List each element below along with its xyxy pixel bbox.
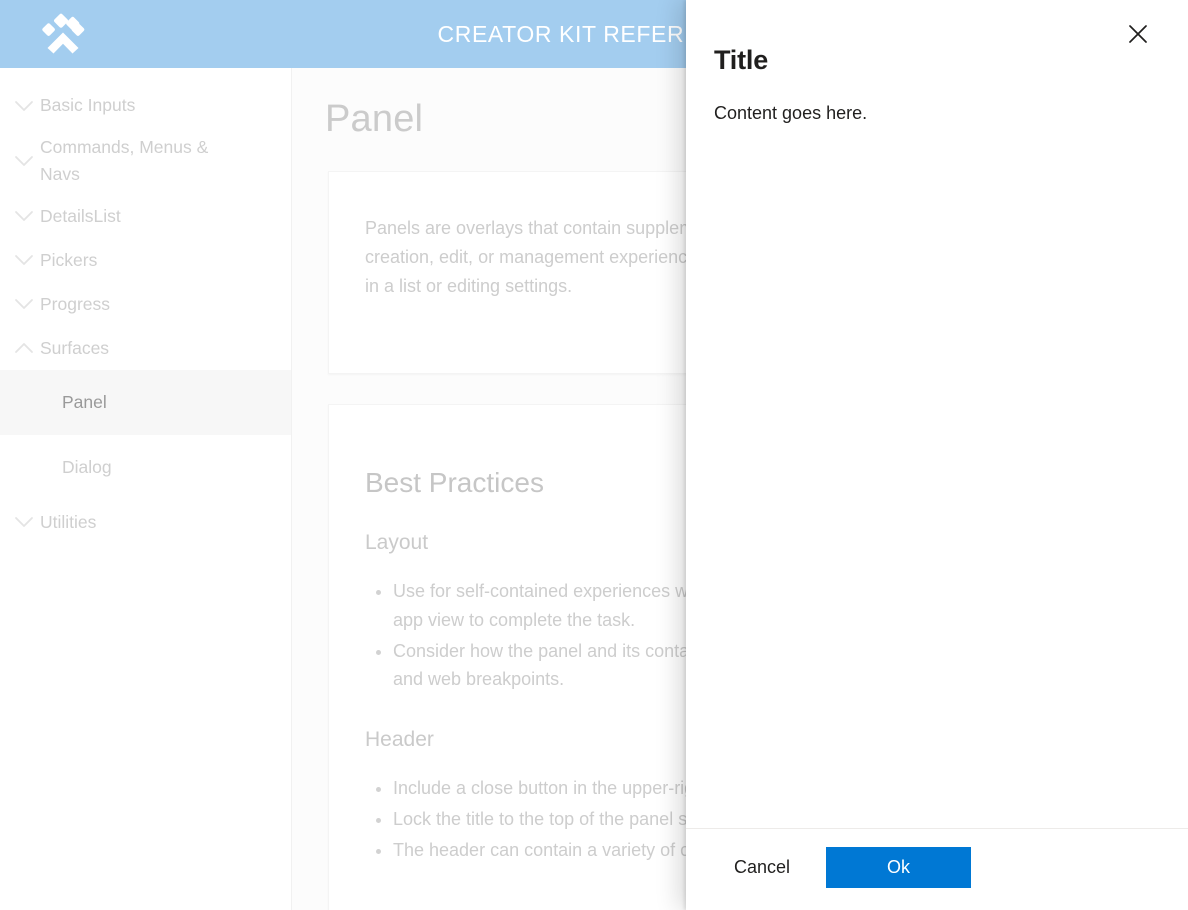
sidebar-item-dialog[interactable]: Dialog [0, 435, 291, 500]
chevron-down-icon [8, 206, 40, 226]
sidebar-item-detailslist[interactable]: DetailsList [0, 194, 291, 238]
sidebar-group-progress: Progress [0, 282, 291, 326]
sidebar-group-basic-inputs: Basic Inputs [0, 84, 291, 128]
panel-footer: Cancel Ok [686, 828, 1188, 910]
sidebar-item-label: Commands, Menus & Navs [40, 137, 209, 185]
close-icon[interactable] [1116, 14, 1160, 54]
panel-header: Title [686, 0, 1188, 76]
chevron-down-icon [8, 512, 40, 532]
sidebar-item-panel[interactable]: Panel [0, 370, 291, 436]
panel-body: Content goes here. [686, 76, 1188, 828]
app-root: CREATOR KIT REFERENCE Basic Inputs Comma… [0, 0, 1188, 910]
sidebar-group-detailslist: DetailsList [0, 194, 291, 238]
sidebar-nav: Basic Inputs Commands, Menus & Navs Deta… [0, 68, 292, 910]
sidebar-group-pickers: Pickers [0, 238, 291, 282]
panel-title: Title [714, 45, 769, 75]
sidebar-item-label: DetailsList [40, 205, 121, 226]
panel-overlay: Title Content goes here. Cancel Ok [686, 0, 1188, 910]
sidebar-item-label: Utilities [40, 511, 97, 532]
cancel-button[interactable]: Cancel [714, 847, 810, 888]
sidebar-item-label: Dialog [62, 457, 112, 478]
sidebar-item-label: Progress [40, 293, 111, 314]
sidebar-item-basic-inputs[interactable]: Basic Inputs [0, 84, 291, 128]
chevron-down-icon [8, 294, 40, 314]
sidebar-group-commands-menus-navs: Commands, Menus & Navs [0, 128, 291, 194]
chevron-down-icon [8, 151, 40, 171]
chevron-up-icon [8, 338, 40, 358]
chevron-down-icon [8, 96, 40, 116]
sidebar-item-progress[interactable]: Progress [0, 282, 291, 326]
sidebar-group-surfaces: Surfaces Panel Dialog [0, 326, 291, 500]
sidebar-item-utilities[interactable]: Utilities [0, 500, 291, 544]
sidebar-item-label: Surfaces [40, 337, 110, 358]
sidebar-item-pickers[interactable]: Pickers [0, 238, 291, 282]
sidebar-item-surfaces[interactable]: Surfaces [0, 326, 291, 370]
chevron-down-icon [8, 250, 40, 270]
sidebar-group-utilities: Utilities [0, 500, 291, 544]
sidebar-item-label: Basic Inputs [40, 95, 136, 116]
sidebar-item-label: Panel [62, 392, 107, 413]
panel-content-text: Content goes here. [714, 103, 868, 124]
ok-button[interactable]: Ok [826, 847, 971, 888]
sidebar-item-label: Pickers [40, 249, 98, 270]
sidebar-item-commands-menus-navs[interactable]: Commands, Menus & Navs [0, 128, 291, 194]
